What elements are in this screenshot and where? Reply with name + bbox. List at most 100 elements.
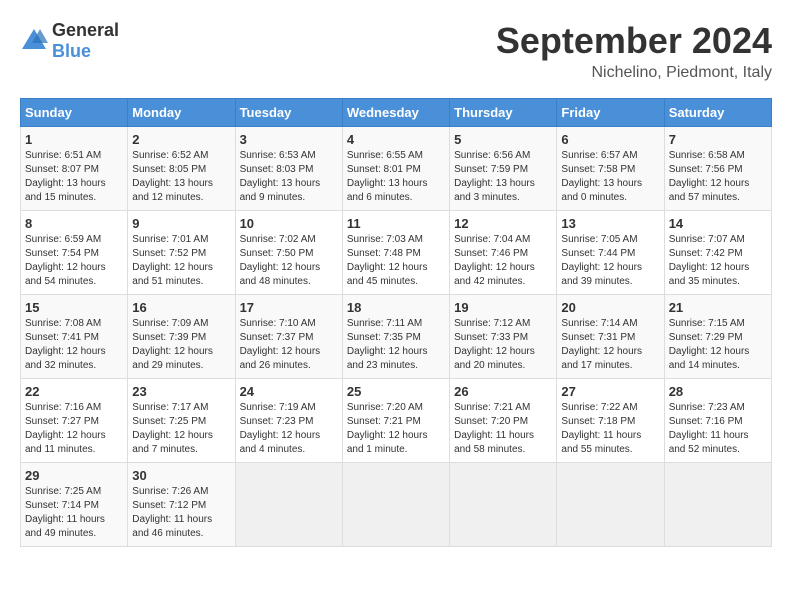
sunrise-text: Sunrise: 7:09 AM (132, 318, 208, 329)
day-info: Sunrise: 7:22 AM Sunset: 7:18 PM Dayligh… (561, 401, 659, 457)
header-monday: Monday (128, 99, 235, 127)
daylight-text: Daylight: 12 hours and 7 minutes. (132, 430, 213, 455)
day-number: 26 (454, 384, 552, 399)
day-number: 16 (132, 300, 230, 315)
day-number: 12 (454, 216, 552, 231)
sunrise-text: Sunrise: 7:01 AM (132, 234, 208, 245)
sunset-text: Sunset: 7:42 PM (669, 248, 743, 259)
calendar-cell (664, 463, 771, 547)
day-info: Sunrise: 7:21 AM Sunset: 7:20 PM Dayligh… (454, 401, 552, 457)
sunrise-text: Sunrise: 7:14 AM (561, 318, 637, 329)
logo-text: General Blue (52, 20, 119, 62)
sunset-text: Sunset: 7:58 PM (561, 164, 635, 175)
header-friday: Friday (557, 99, 664, 127)
day-info: Sunrise: 7:07 AM Sunset: 7:42 PM Dayligh… (669, 233, 767, 289)
sunrise-text: Sunrise: 7:22 AM (561, 402, 637, 413)
sunset-text: Sunset: 7:52 PM (132, 248, 206, 259)
daylight-text: Daylight: 12 hours and 39 minutes. (561, 262, 642, 287)
day-number: 11 (347, 216, 445, 231)
calendar-cell: 29 Sunrise: 7:25 AM Sunset: 7:14 PM Dayl… (21, 463, 128, 547)
sunset-text: Sunset: 7:37 PM (240, 332, 314, 343)
day-number: 27 (561, 384, 659, 399)
daylight-text: Daylight: 13 hours and 9 minutes. (240, 178, 321, 203)
calendar-week-row: 15 Sunrise: 7:08 AM Sunset: 7:41 PM Dayl… (21, 295, 772, 379)
day-info: Sunrise: 7:14 AM Sunset: 7:31 PM Dayligh… (561, 317, 659, 373)
day-number: 30 (132, 468, 230, 483)
sunrise-text: Sunrise: 6:57 AM (561, 150, 637, 161)
calendar-cell: 21 Sunrise: 7:15 AM Sunset: 7:29 PM Dayl… (664, 295, 771, 379)
day-info: Sunrise: 7:19 AM Sunset: 7:23 PM Dayligh… (240, 401, 338, 457)
sunrise-text: Sunrise: 6:59 AM (25, 234, 101, 245)
sunset-text: Sunset: 8:05 PM (132, 164, 206, 175)
day-number: 5 (454, 132, 552, 147)
daylight-text: Daylight: 11 hours and 49 minutes. (25, 514, 105, 539)
sunset-text: Sunset: 7:50 PM (240, 248, 314, 259)
day-info: Sunrise: 7:05 AM Sunset: 7:44 PM Dayligh… (561, 233, 659, 289)
sunrise-text: Sunrise: 7:07 AM (669, 234, 745, 245)
calendar-cell: 14 Sunrise: 7:07 AM Sunset: 7:42 PM Dayl… (664, 211, 771, 295)
calendar-cell: 6 Sunrise: 6:57 AM Sunset: 7:58 PM Dayli… (557, 127, 664, 211)
day-number: 2 (132, 132, 230, 147)
sunset-text: Sunset: 7:18 PM (561, 416, 635, 427)
calendar-cell: 27 Sunrise: 7:22 AM Sunset: 7:18 PM Dayl… (557, 379, 664, 463)
header-sunday: Sunday (21, 99, 128, 127)
calendar-week-row: 1 Sunrise: 6:51 AM Sunset: 8:07 PM Dayli… (21, 127, 772, 211)
page-header: General Blue September 2024 Nichelino, P… (20, 20, 772, 82)
day-info: Sunrise: 7:20 AM Sunset: 7:21 PM Dayligh… (347, 401, 445, 457)
daylight-text: Daylight: 12 hours and 26 minutes. (240, 346, 321, 371)
day-info: Sunrise: 6:59 AM Sunset: 7:54 PM Dayligh… (25, 233, 123, 289)
sunset-text: Sunset: 7:54 PM (25, 248, 99, 259)
day-number: 28 (669, 384, 767, 399)
sunset-text: Sunset: 7:48 PM (347, 248, 421, 259)
daylight-text: Daylight: 12 hours and 54 minutes. (25, 262, 106, 287)
day-info: Sunrise: 6:58 AM Sunset: 7:56 PM Dayligh… (669, 149, 767, 205)
day-info: Sunrise: 6:52 AM Sunset: 8:05 PM Dayligh… (132, 149, 230, 205)
logo-general: General (52, 20, 119, 40)
day-info: Sunrise: 6:51 AM Sunset: 8:07 PM Dayligh… (25, 149, 123, 205)
calendar-cell (450, 463, 557, 547)
daylight-text: Daylight: 11 hours and 55 minutes. (561, 430, 641, 455)
calendar-cell: 1 Sunrise: 6:51 AM Sunset: 8:07 PM Dayli… (21, 127, 128, 211)
daylight-text: Daylight: 11 hours and 46 minutes. (132, 514, 212, 539)
day-info: Sunrise: 7:12 AM Sunset: 7:33 PM Dayligh… (454, 317, 552, 373)
day-number: 9 (132, 216, 230, 231)
daylight-text: Daylight: 13 hours and 6 minutes. (347, 178, 428, 203)
sunrise-text: Sunrise: 7:16 AM (25, 402, 101, 413)
calendar-cell: 23 Sunrise: 7:17 AM Sunset: 7:25 PM Dayl… (128, 379, 235, 463)
day-info: Sunrise: 7:09 AM Sunset: 7:39 PM Dayligh… (132, 317, 230, 373)
header-thursday: Thursday (450, 99, 557, 127)
daylight-text: Daylight: 12 hours and 51 minutes. (132, 262, 213, 287)
day-info: Sunrise: 7:04 AM Sunset: 7:46 PM Dayligh… (454, 233, 552, 289)
sunset-text: Sunset: 7:31 PM (561, 332, 635, 343)
sunrise-text: Sunrise: 7:10 AM (240, 318, 316, 329)
sunset-text: Sunset: 7:46 PM (454, 248, 528, 259)
day-number: 19 (454, 300, 552, 315)
sunset-text: Sunset: 7:16 PM (669, 416, 743, 427)
day-number: 14 (669, 216, 767, 231)
day-info: Sunrise: 6:56 AM Sunset: 7:59 PM Dayligh… (454, 149, 552, 205)
location-title: Nichelino, Piedmont, Italy (496, 64, 772, 82)
daylight-text: Daylight: 13 hours and 15 minutes. (25, 178, 106, 203)
sunrise-text: Sunrise: 6:58 AM (669, 150, 745, 161)
calendar-week-row: 29 Sunrise: 7:25 AM Sunset: 7:14 PM Dayl… (21, 463, 772, 547)
daylight-text: Daylight: 13 hours and 3 minutes. (454, 178, 535, 203)
sunset-text: Sunset: 8:01 PM (347, 164, 421, 175)
day-info: Sunrise: 7:10 AM Sunset: 7:37 PM Dayligh… (240, 317, 338, 373)
title-area: September 2024 Nichelino, Piedmont, Ital… (496, 20, 772, 82)
sunset-text: Sunset: 7:56 PM (669, 164, 743, 175)
daylight-text: Daylight: 12 hours and 32 minutes. (25, 346, 106, 371)
day-number: 8 (25, 216, 123, 231)
sunset-text: Sunset: 7:23 PM (240, 416, 314, 427)
sunrise-text: Sunrise: 6:56 AM (454, 150, 530, 161)
calendar-cell: 4 Sunrise: 6:55 AM Sunset: 8:01 PM Dayli… (342, 127, 449, 211)
day-number: 6 (561, 132, 659, 147)
sunrise-text: Sunrise: 7:19 AM (240, 402, 316, 413)
day-info: Sunrise: 7:02 AM Sunset: 7:50 PM Dayligh… (240, 233, 338, 289)
sunset-text: Sunset: 7:41 PM (25, 332, 99, 343)
day-number: 25 (347, 384, 445, 399)
day-number: 20 (561, 300, 659, 315)
sunrise-text: Sunrise: 7:11 AM (347, 318, 422, 329)
daylight-text: Daylight: 13 hours and 0 minutes. (561, 178, 642, 203)
sunset-text: Sunset: 8:07 PM (25, 164, 99, 175)
daylight-text: Daylight: 12 hours and 1 minute. (347, 430, 428, 455)
